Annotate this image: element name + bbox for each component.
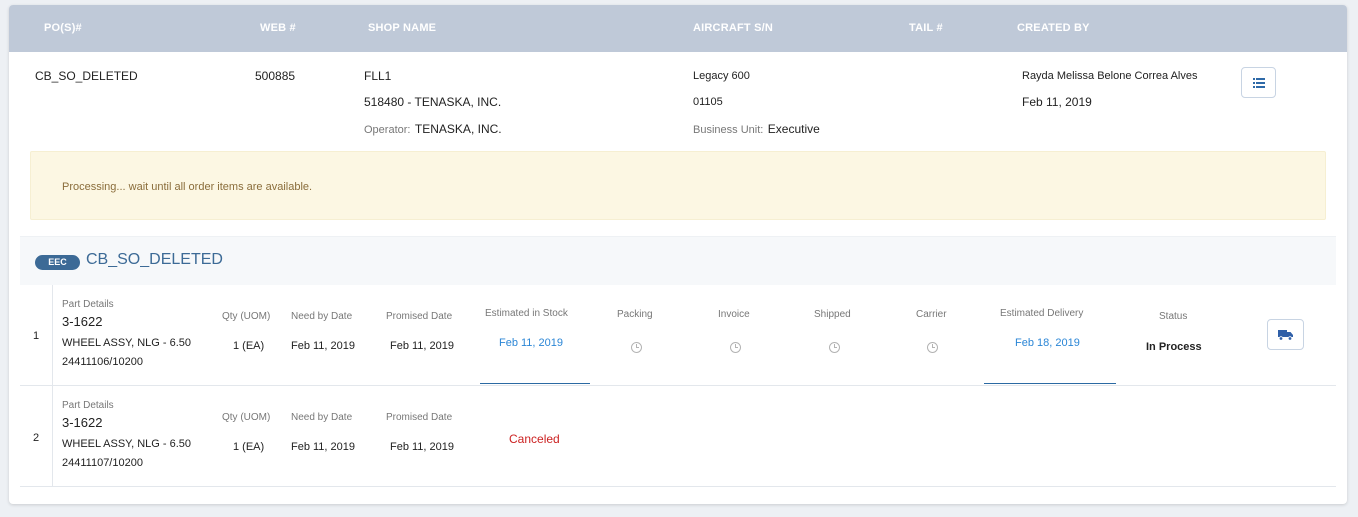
col-created-by: CREATED BY [1017,22,1090,34]
qty-value: 1 (EA) [233,340,265,352]
carrier-label: Carrier [916,309,947,320]
col-aircraft: AIRCRAFT S/N [693,22,774,34]
table-row: 2 Part Details 3-1622 WHEEL ASSY, NLG - … [20,386,1336,487]
part-description: WHEEL ASSY, NLG - 6.50 [62,337,192,349]
invoice-clock-icon [730,342,741,353]
order-details-button[interactable] [1241,67,1276,98]
business-unit: Business Unit: Executive [693,120,820,138]
track-shipment-button[interactable] [1267,319,1304,350]
shop-account: 518480 - TENASKA, INC. [364,95,502,109]
business-unit-label: Business Unit: [693,124,764,136]
part-reference: 24411106/10200 [62,356,143,368]
part-number[interactable]: 3-1622 [62,314,102,329]
truck-icon [1277,329,1293,341]
vendor-badge: EEC [35,255,80,270]
row-number: 1 [33,330,40,342]
po-number[interactable]: CB_SO_DELETED [35,69,138,83]
shipped-clock-icon [829,342,840,353]
est-delivery-label: Estimated Delivery [1000,308,1084,319]
qty-label: Qty (UOM) [222,311,271,322]
order-card: PO(S)# WEB # SHOP NAME AIRCRAFT S/N TAIL… [9,5,1347,504]
status-label: Status [1159,311,1188,322]
operator: Operator: TENASKA, INC. [364,120,502,138]
part-details-label: Part Details [62,299,114,310]
created-by-name: Rayda Melissa Belone Correa Alves [1022,70,1198,82]
need-by-label: Need by Date [291,311,353,322]
promised-label: Promised Date [386,311,453,322]
processing-alert: Processing... wait until all order items… [30,151,1326,220]
table-row: 1 Part Details 3-1622 WHEEL ASSY, NLG - … [20,285,1336,386]
shop-name: FLL1 [364,69,392,83]
order-title: CB_SO_DELETED [86,251,223,268]
shipped-label: Shipped [814,309,851,320]
qty-label: Qty (UOM) [222,412,271,423]
created-date: Feb 11, 2019 [1022,95,1092,109]
col-shop-name: SHOP NAME [368,22,437,34]
canceled-status: Canceled [509,432,560,446]
col-tail: TAIL # [909,22,943,34]
operator-label: Operator: [364,124,411,136]
carrier-clock-icon [927,342,938,353]
packing-clock-icon [631,342,642,353]
list-icon [1252,77,1265,88]
aircraft-sn: 01105 [693,96,723,108]
row-number-cell: 2 [20,386,53,486]
alert-message: Processing... wait until all order items… [62,181,313,193]
need-by-value: Feb 11, 2019 [291,340,356,352]
need-by-value: Feb 11, 2019 [291,441,356,453]
qty-value: 1 (EA) [233,441,265,453]
business-unit-value: Executive [767,122,820,136]
part-reference: 24411107/10200 [62,457,143,469]
status-value: In Process [1146,341,1202,353]
aircraft-model: Legacy 600 [693,70,750,82]
part-details-label: Part Details [62,400,114,411]
packing-label: Packing [617,309,653,320]
est-stock-indicator [480,383,590,384]
promised-label: Promised Date [386,412,453,423]
est-delivery-value[interactable]: Feb 18, 2019 [1015,337,1080,349]
order-header: EEC CB_SO_DELETED [20,236,1336,285]
est-stock-label: Estimated in Stock [485,308,568,319]
need-by-label: Need by Date [291,412,353,423]
est-delivery-indicator [984,383,1116,384]
part-description: WHEEL ASSY, NLG - 6.50 [62,438,192,450]
part-number[interactable]: 3-1622 [62,415,102,430]
order-section: EEC CB_SO_DELETED 1 Part Details 3-1622 … [20,236,1336,496]
operator-value: TENASKA, INC. [414,122,502,136]
col-pos: PO(S)# [44,22,82,34]
promised-value: Feb 11, 2019 [390,441,455,453]
col-web: WEB # [260,22,296,34]
row-number: 2 [33,432,40,444]
est-stock-value[interactable]: Feb 11, 2019 [499,337,563,349]
row-number-cell: 1 [20,285,53,385]
web-number: 500885 [255,69,296,83]
table-header: PO(S)# WEB # SHOP NAME AIRCRAFT S/N TAIL… [9,5,1347,52]
promised-value: Feb 11, 2019 [390,340,455,352]
invoice-label: Invoice [718,309,750,320]
